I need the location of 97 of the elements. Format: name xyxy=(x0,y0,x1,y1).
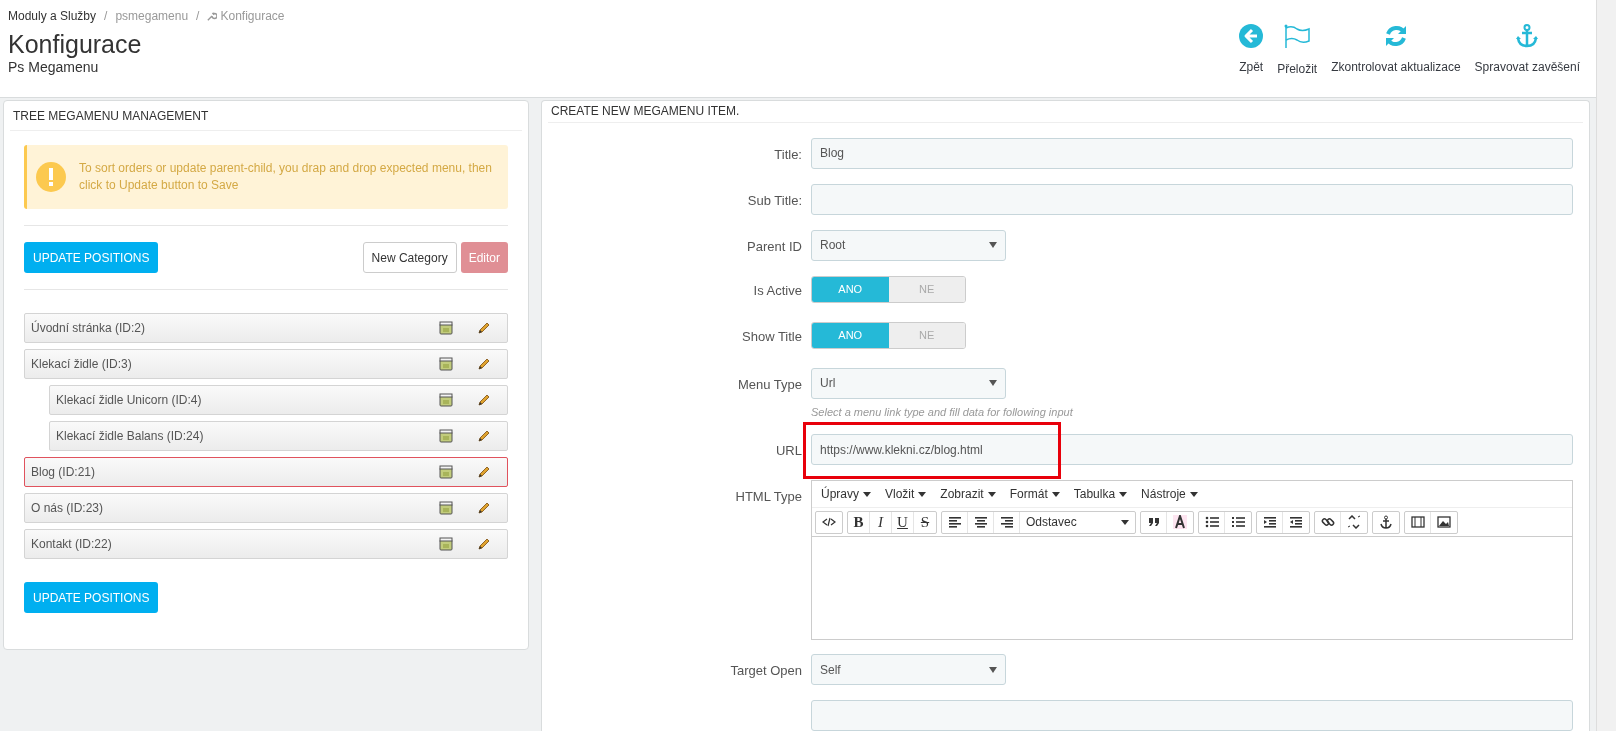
menu-item-label: Klekací židle Unicorn (ID:4) xyxy=(55,392,203,409)
new-category-button[interactable]: New Category xyxy=(362,242,457,273)
editor-menu[interactable]: Vložit xyxy=(885,485,927,503)
pencil-icon xyxy=(477,393,491,407)
menu-item[interactable]: Kontakt (ID:22) xyxy=(24,529,508,559)
caret-icon xyxy=(1051,491,1060,497)
toolbar-button[interactable]: Zkontrolovat aktualizace xyxy=(1331,24,1461,76)
caret-icon xyxy=(987,491,996,497)
editor-menu[interactable]: Nástroje xyxy=(1141,485,1198,503)
folder-icon xyxy=(439,357,453,371)
dropdown-caret-icon xyxy=(989,380,997,386)
select-value: Root xyxy=(820,237,846,254)
field-label: Show Title xyxy=(742,327,802,346)
format-button[interactable]: I xyxy=(870,511,892,533)
toolbar-button[interactable]: Spravovat zavěšení xyxy=(1474,24,1580,76)
folder-icon xyxy=(439,465,453,479)
pencil-icon xyxy=(477,429,491,443)
menu-item-label: O nás (ID:23) xyxy=(30,500,105,517)
menu-item-label: Klekací židle (ID:3) xyxy=(30,356,133,373)
field-label: Menu Type xyxy=(737,375,802,394)
film-icon xyxy=(1410,515,1425,529)
caret-icon xyxy=(918,491,927,497)
text-field[interactable]: https://www.klekni.cz/blog.html xyxy=(811,434,1573,465)
pencil-icon xyxy=(477,501,491,515)
field-label: Parent ID xyxy=(747,237,802,256)
help-text: Select a menu link type and fill data for following input xyxy=(811,404,1073,420)
bullet-list-icon xyxy=(1204,515,1219,529)
breadcrumb-separator: / xyxy=(196,8,200,25)
pencil-icon xyxy=(477,357,491,371)
toolbar-button[interactable]: Zpět xyxy=(1239,24,1264,76)
text-field[interactable] xyxy=(811,700,1573,731)
menu-item-label: Kontakt (ID:22) xyxy=(30,536,113,553)
page-subtitle: Ps Megamenu xyxy=(8,59,100,75)
caret-icon xyxy=(1119,491,1128,497)
folder-icon xyxy=(439,321,453,335)
menu-item[interactable]: O nás (ID:23) xyxy=(24,493,508,523)
toolbar-button[interactable]: Přeložit xyxy=(1277,24,1318,78)
folder-icon xyxy=(439,393,453,407)
format-button[interactable]: B xyxy=(848,511,870,533)
editor-menu[interactable]: Tabulka xyxy=(1073,485,1128,503)
anchor-icon xyxy=(1379,515,1393,529)
field-label: HTML Type xyxy=(735,488,802,506)
field-label: Title: xyxy=(774,145,802,164)
dropdown-caret-icon xyxy=(989,242,997,248)
folder-icon xyxy=(439,501,453,515)
field-label: Is Active xyxy=(753,281,802,300)
pencil-icon xyxy=(477,321,491,335)
pencil-icon xyxy=(477,465,491,479)
menu-item[interactable]: Blog (ID:21) xyxy=(24,457,508,487)
select-value: Url xyxy=(820,375,836,392)
folder-icon xyxy=(439,429,453,443)
text-field[interactable] xyxy=(811,183,1573,215)
format-button[interactable]: S xyxy=(914,511,936,533)
select-field[interactable]: Url xyxy=(811,367,1006,399)
unlink-icon xyxy=(1347,515,1361,529)
select-value: Self xyxy=(820,661,841,679)
menu-item-label: Klekací židle Balans (ID:24) xyxy=(55,428,205,445)
pencil-icon xyxy=(477,537,491,551)
editor-menu[interactable]: Zobrazit xyxy=(940,485,996,503)
image-icon xyxy=(1437,515,1451,529)
field-label: Sub Title: xyxy=(747,191,802,210)
refresh-icon xyxy=(1383,24,1408,48)
text-field[interactable]: Blog xyxy=(811,137,1573,169)
folder-icon xyxy=(439,537,453,551)
menu-item[interactable]: Úvodní stránka (ID:2) xyxy=(24,313,508,343)
numbered-list-icon xyxy=(1231,515,1245,529)
breadcrumb-link[interactable]: Moduly a Služby xyxy=(8,7,97,25)
menu-item[interactable]: Klekací židle Unicorn (ID:4) xyxy=(49,385,508,415)
anchor-icon xyxy=(1515,24,1540,48)
code-icon xyxy=(822,515,836,529)
quote-icon xyxy=(1146,515,1161,529)
warning-icon xyxy=(35,161,67,193)
menu-item-label: Blog (ID:21) xyxy=(30,464,97,481)
wrench-icon xyxy=(207,11,218,21)
field-label: Target Open xyxy=(730,662,802,680)
caret-icon xyxy=(1189,491,1198,497)
link-icon xyxy=(1320,515,1335,529)
page-title: Konfigurace xyxy=(8,29,143,59)
panel-title: TREE MEGAMENU MANAGEMENT xyxy=(13,107,209,125)
editor-menu[interactable]: Úpravy xyxy=(821,485,871,503)
caret-icon xyxy=(863,491,871,497)
select-field[interactable]: Root xyxy=(811,229,1006,261)
outdent-icon xyxy=(1262,515,1277,529)
flag-icon xyxy=(1283,24,1312,50)
menu-item[interactable]: Klekací židle Balans (ID:24) xyxy=(49,421,508,451)
menu-item[interactable]: Klekací židle (ID:3) xyxy=(24,349,508,379)
format-button[interactable]: U xyxy=(892,511,914,533)
dropdown-caret-icon xyxy=(989,666,997,673)
menu-item-label: Úvodní stránka (ID:2) xyxy=(30,319,147,337)
panel-title: CREATE NEW MEGAMENU ITEM. xyxy=(551,103,740,121)
editor-menu[interactable]: Formát xyxy=(1009,485,1060,503)
field-label: URL xyxy=(776,442,802,460)
text-color-icon xyxy=(1173,515,1187,529)
indent-icon xyxy=(1289,515,1303,529)
select-field[interactable]: Self xyxy=(811,654,1006,685)
breadcrumb-separator: / xyxy=(104,8,108,25)
alert-message: To sort orders or update parent-child, you drap and drop expected menu, then click to Update button to Save xyxy=(79,160,493,194)
